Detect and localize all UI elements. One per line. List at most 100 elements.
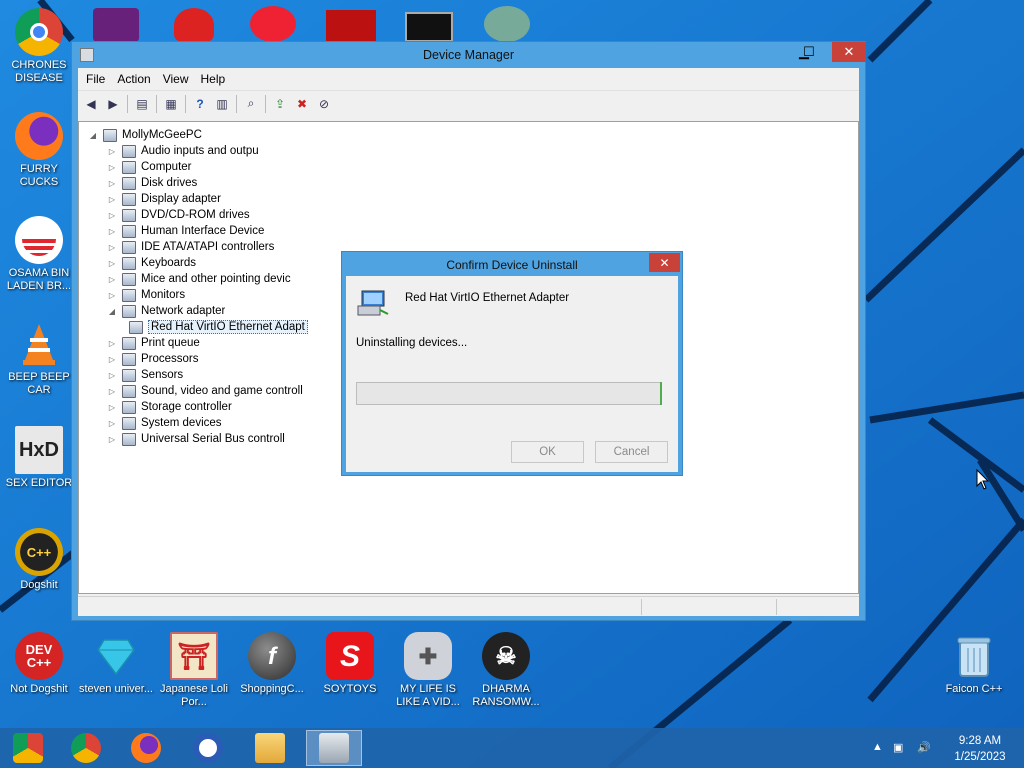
toolbar-separator xyxy=(265,94,266,113)
desktop-icon-sex-editor[interactable]: HxD SEX EDITOR xyxy=(1,426,77,490)
volume-icon[interactable]: 🔊 xyxy=(917,741,931,754)
obama-logo-icon xyxy=(193,733,223,763)
properties-icon[interactable]: ▦ xyxy=(160,93,182,115)
expand-arrow-icon[interactable]: ▷ xyxy=(106,371,118,380)
desktop-icon-heart-app[interactable] xyxy=(174,8,214,42)
expand-arrow-icon[interactable]: ▷ xyxy=(106,243,118,252)
expand-arrow-icon[interactable]: ▷ xyxy=(106,211,118,220)
taskbar-file-explorer[interactable] xyxy=(244,730,296,766)
menu-view[interactable]: View xyxy=(157,72,195,86)
tree-item-category[interactable]: ▷ Monitors xyxy=(106,287,185,303)
flash-icon: f xyxy=(248,632,296,680)
tree-item-category[interactable]: ▷ IDE ATA/ATAPI controllers xyxy=(106,239,274,255)
show-hide-tree-icon[interactable]: ▤ xyxy=(131,93,153,115)
disable-device-icon[interactable]: ⊘ xyxy=(313,93,335,115)
desktop-icon-cmd[interactable] xyxy=(405,12,453,42)
expand-arrow-icon[interactable]: ▷ xyxy=(106,195,118,204)
desktop-icon-beep-beep-car[interactable]: BEEP BEEP CAR xyxy=(1,320,77,397)
desktop-icon-japanese[interactable]: ⛩ Japanese Loli Por... xyxy=(156,632,232,709)
tree-item-category[interactable]: ▷ System devices xyxy=(106,415,222,431)
tree-item-label: IDE ATA/ATAPI controllers xyxy=(141,241,275,253)
tree-root[interactable]: ◢ MollyMcGeePC xyxy=(87,127,202,143)
tree-item-category[interactable]: ▷ Keyboards xyxy=(106,255,196,271)
desktop-icon-osama[interactable]: OSAMA BIN LADEN BR... xyxy=(1,216,77,293)
uninstall-device-icon[interactable]: ✖ xyxy=(291,93,313,115)
menu-file[interactable]: File xyxy=(80,72,111,86)
confirm-uninstall-dialog[interactable]: Confirm Device Uninstall ✕ Red Hat VirtI… xyxy=(341,251,683,476)
desktop-icon-p-app[interactable] xyxy=(250,6,296,42)
desktop-icon-furry-cucks[interactable]: FURRY CUCKS xyxy=(1,112,77,189)
tree-item-category[interactable]: ▷ Storage controller xyxy=(106,399,232,415)
tree-item-category[interactable]: ▷ Sound, video and game controll xyxy=(106,383,303,399)
firefox-icon xyxy=(131,733,161,763)
tree-item-category[interactable]: ▷ Display adapter xyxy=(106,191,221,207)
help-icon[interactable]: ? xyxy=(189,93,211,115)
tree-item-category[interactable]: ▷ Human Interface Device xyxy=(106,223,264,239)
taskbar-device-manager[interactable] xyxy=(306,730,362,766)
update-driver-icon[interactable]: ⇪ xyxy=(269,93,291,115)
expand-arrow-icon[interactable]: ▷ xyxy=(106,387,118,396)
desktop-icon-soytoys[interactable]: S SOYTOYS xyxy=(312,632,388,696)
desktop-icon-my-life[interactable]: ✚ MY LIFE IS LIKE A VID... xyxy=(390,632,466,709)
taskbar-start-button[interactable] xyxy=(2,730,54,766)
expand-arrow-icon[interactable]: ▷ xyxy=(106,227,118,236)
desktop-icon-dharma[interactable]: ☠ DHARMA RANSOMW... xyxy=(468,632,544,709)
desktop-icon-visual-studio[interactable] xyxy=(93,8,139,42)
close-button[interactable]: ✕ xyxy=(832,42,866,62)
tree-item-category[interactable]: ▷ Print queue xyxy=(106,335,200,351)
ok-button[interactable]: OK xyxy=(511,441,584,463)
tree-item-category[interactable]: ◢ Network adapter xyxy=(106,303,225,319)
vlc-cone-icon xyxy=(15,320,63,368)
desktop-icon-shoppingc[interactable]: f ShoppingC... xyxy=(234,632,310,696)
collapse-arrow-icon[interactable]: ◢ xyxy=(106,307,118,316)
tree-item-device[interactable]: Red Hat VirtIO Ethernet Adapt xyxy=(125,319,308,335)
expand-arrow-icon[interactable]: ▷ xyxy=(106,419,118,428)
scan-hardware-icon[interactable]: ⌕ xyxy=(240,93,262,115)
tree-item-category[interactable]: ▷ Computer xyxy=(106,159,192,175)
back-arrow-icon[interactable]: ◀ xyxy=(80,93,102,115)
taskbar-obama[interactable] xyxy=(182,730,234,766)
expand-arrow-icon[interactable]: ▷ xyxy=(106,355,118,364)
tree-item-category[interactable]: ▷ Sensors xyxy=(106,367,183,383)
maximize-button[interactable]: ☐ xyxy=(795,42,823,62)
network-icon[interactable]: ▣ xyxy=(893,741,903,754)
expand-arrow-icon[interactable]: ▷ xyxy=(106,339,118,348)
desktop-icon-steven-univer[interactable]: steven univer... xyxy=(78,632,154,696)
expand-arrow-icon[interactable]: ▷ xyxy=(106,435,118,444)
tree-item-category[interactable]: ▷ Audio inputs and outpu xyxy=(106,143,259,159)
tree-item-category[interactable]: ▷ Processors xyxy=(106,351,199,367)
view-icon[interactable]: ▥ xyxy=(211,93,233,115)
desktop-icon-emblem[interactable] xyxy=(326,10,376,42)
desktop-icon-dogshit[interactable]: C++ Dogshit xyxy=(1,528,77,592)
expand-arrow-icon[interactable]: ▷ xyxy=(106,403,118,412)
expand-arrow-icon[interactable]: ▷ xyxy=(106,275,118,284)
desktop-icon-label: CHRONES DISEASE xyxy=(11,59,67,84)
taskbar-clock[interactable]: 9:28 AM 1/25/2023 xyxy=(944,733,1016,765)
desktop-icon-label: Not Dogshit xyxy=(10,683,68,695)
menu-action[interactable]: Action xyxy=(111,72,156,86)
tree-item-category[interactable]: ▷ DVD/CD-ROM drives xyxy=(106,207,250,223)
expand-arrow-icon[interactable]: ▷ xyxy=(106,259,118,268)
forward-arrow-icon[interactable]: ▶ xyxy=(102,93,124,115)
tree-item-label: Keyboards xyxy=(141,257,196,269)
collapse-arrow-icon[interactable]: ◢ xyxy=(87,131,99,140)
tree-item-category[interactable]: ▷ Universal Serial Bus controll xyxy=(106,431,285,447)
desktop-icon-not-dogshit[interactable]: DEV C++ Not Dogshit xyxy=(1,632,77,696)
expand-arrow-icon[interactable]: ▷ xyxy=(106,163,118,172)
expand-arrow-icon[interactable]: ▷ xyxy=(106,147,118,156)
desktop-icon-game[interactable] xyxy=(484,6,530,42)
tree-item-category[interactable]: ▷ Mice and other pointing devic xyxy=(106,271,291,287)
expand-arrow-icon[interactable]: ▷ xyxy=(106,291,118,300)
show-hidden-icons-chevron-icon[interactable]: ▲ xyxy=(872,741,883,753)
toolbar-separator xyxy=(156,94,157,113)
tree-item-category[interactable]: ▷ Disk drives xyxy=(106,175,197,191)
taskbar-firefox[interactable] xyxy=(120,730,172,766)
taskbar-chrome[interactable] xyxy=(60,730,112,766)
desktop-icon-chrones-disease[interactable]: CHRONES DISEASE xyxy=(1,8,77,85)
window-titlebar[interactable]: Device Manager ▁ ☐ ✕ xyxy=(72,42,866,68)
menu-help[interactable]: Help xyxy=(195,72,232,86)
cancel-button[interactable]: Cancel xyxy=(595,441,668,463)
expand-arrow-icon[interactable]: ▷ xyxy=(106,179,118,188)
dialog-close-button[interactable]: ✕ xyxy=(649,253,680,272)
desktop-icon-recycle-bin[interactable]: Faicon C++ xyxy=(936,632,1012,696)
